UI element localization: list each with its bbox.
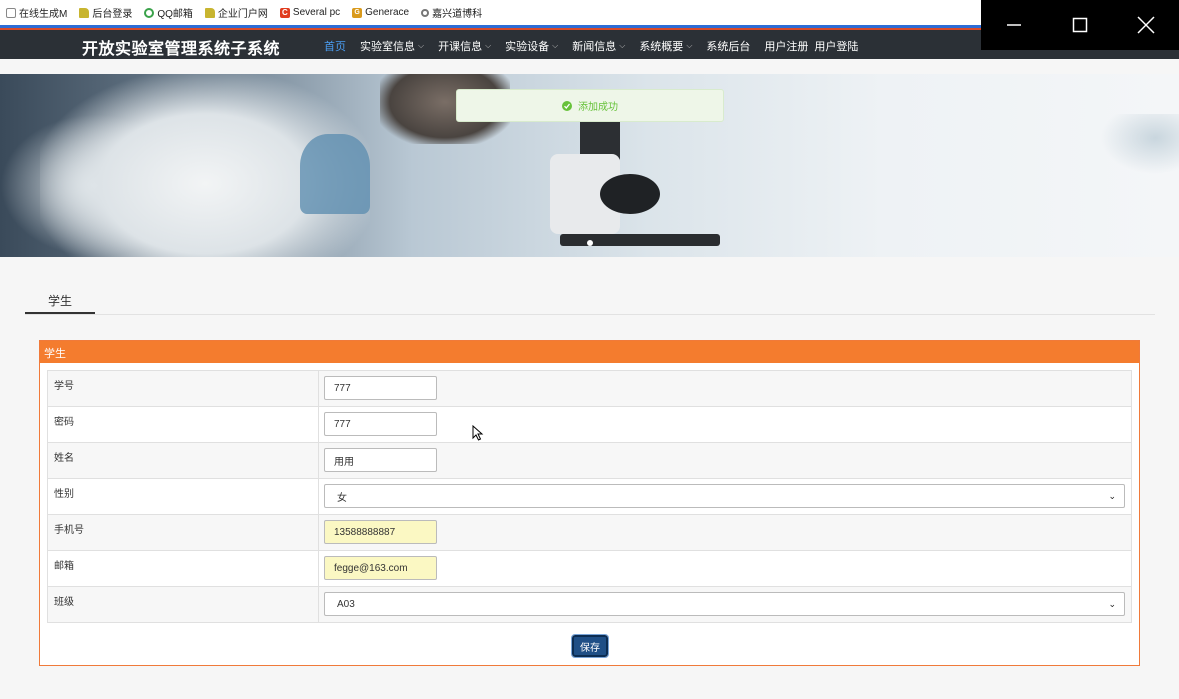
chevron-down-icon: ⌵ xyxy=(418,41,425,50)
field-label: 班级 xyxy=(47,586,319,623)
bookmark-item[interactable]: 企业门户网 xyxy=(204,5,268,20)
form-row: 性别 女 ⌄ xyxy=(47,478,1132,515)
maximize-icon xyxy=(1072,17,1088,33)
chevron-down-icon: ⌄ xyxy=(1108,490,1116,501)
carousel-indicator[interactable] xyxy=(587,240,593,246)
password-input[interactable]: 777 xyxy=(324,412,437,436)
select-value: A03 xyxy=(337,598,355,610)
main-menu: 首页 实验室信息 ⌵ 开课信息 ⌵ 实验设备 ⌵ 新闻信息 ⌵ 系统概要 ⌵ 系统后台 用… xyxy=(324,38,872,54)
window-controls xyxy=(981,0,1179,50)
phone-input[interactable]: 13588888887 xyxy=(324,520,437,544)
tab-student[interactable]: 学生 xyxy=(25,285,95,314)
gender-select[interactable]: 女 ⌄ xyxy=(324,484,1125,508)
minimize-button[interactable] xyxy=(981,0,1047,50)
minimize-icon xyxy=(1007,24,1021,26)
close-button[interactable] xyxy=(1113,0,1179,50)
save-button[interactable]: 保存 xyxy=(571,634,609,658)
site-brand[interactable]: 开放实验室管理系统子系统 xyxy=(82,35,280,59)
student-form: 学号 777 密码 777 姓名 用用 性别 女 ⌄ 手机号 1358888888… xyxy=(47,370,1132,623)
nav-lab-info[interactable]: 实验室信息 ⌵ xyxy=(360,38,424,54)
check-circle-icon xyxy=(562,100,572,111)
toast-message: 添加成功 xyxy=(578,102,618,113)
form-row: 班级 A03 ⌄ xyxy=(47,586,1132,623)
folder-icon xyxy=(79,7,90,18)
field-label: 学号 xyxy=(47,370,319,407)
field-label: 姓名 xyxy=(47,442,319,479)
field-label: 性别 xyxy=(47,478,319,515)
field-label: 手机号 xyxy=(47,514,319,551)
navbar-extension xyxy=(981,50,1179,59)
bookmark-item[interactable]: C Several pc xyxy=(279,7,340,18)
gen-icon: G xyxy=(352,7,363,18)
nav-login[interactable]: 用户登陆 xyxy=(814,38,858,54)
form-row: 邮箱 fegge@163.com xyxy=(47,550,1132,587)
name-input[interactable]: 用用 xyxy=(324,448,437,472)
form-row: 姓名 用用 xyxy=(47,442,1132,479)
mouse-cursor-icon xyxy=(472,425,484,441)
maximize-button[interactable] xyxy=(1047,0,1113,50)
gear-icon xyxy=(421,8,430,17)
qq-icon xyxy=(144,7,155,18)
nav-lab-equipment[interactable]: 实验设备 ⌵ xyxy=(505,38,558,54)
student-id-input[interactable]: 777 xyxy=(324,376,437,400)
site-navbar: 开放实验室管理系统子系统 首页 实验室信息 ⌵ 开课信息 ⌵ 实验设备 ⌵ 新闻信息 ⌵… xyxy=(0,28,981,59)
nav-register[interactable]: 用户注册 xyxy=(764,38,808,54)
form-row: 密码 777 xyxy=(47,406,1132,443)
panel-title: 学生 xyxy=(40,341,1139,363)
bookmark-item[interactable]: QQ邮箱 xyxy=(144,5,193,20)
nav-course-info[interactable]: 开课信息 ⌵ xyxy=(438,38,491,54)
chevron-down-icon: ⌄ xyxy=(1108,598,1116,609)
form-row: 手机号 13588888887 xyxy=(47,514,1132,551)
bookmark-item[interactable]: G Generace xyxy=(352,7,409,18)
class-select[interactable]: A03 ⌄ xyxy=(324,592,1125,616)
student-form-panel: 学生 学号 777 密码 777 姓名 用用 性别 女 ⌄ 手机号 1358888… xyxy=(39,340,1140,666)
select-value: 女 xyxy=(337,492,347,504)
bookmark-item[interactable]: 后台登录 xyxy=(79,5,132,20)
doc-icon xyxy=(6,7,16,18)
bookmark-item[interactable]: 在线生成M xyxy=(6,5,67,20)
bookmark-item[interactable]: 嘉兴道博科 xyxy=(421,5,482,20)
microscope-graphic xyxy=(520,114,720,257)
nav-system-overview[interactable]: 系统概要 ⌵ xyxy=(639,38,692,54)
email-input[interactable]: fegge@163.com xyxy=(324,556,437,580)
section-tabs: 学生 xyxy=(25,285,1155,315)
bookmarks-bar: 在线生成M 后台登录 QQ邮箱 企业门户网 C Several pc G Gener… xyxy=(0,0,981,28)
chevron-down-icon: ⌵ xyxy=(686,41,693,50)
banner-decoration xyxy=(300,134,370,214)
field-label: 密码 xyxy=(47,406,319,443)
nav-home[interactable]: 首页 xyxy=(324,38,346,54)
nav-admin[interactable]: 系统后台 xyxy=(706,38,750,54)
nav-news[interactable]: 新闻信息 ⌵ xyxy=(572,38,625,54)
folder-icon xyxy=(204,7,215,18)
form-row: 学号 777 xyxy=(47,370,1132,407)
banner-decoration xyxy=(1100,114,1179,174)
red-c-icon: C xyxy=(279,7,290,18)
field-label: 邮箱 xyxy=(47,550,319,587)
chevron-down-icon: ⌵ xyxy=(485,41,492,50)
close-icon xyxy=(1137,16,1155,34)
chevron-down-icon: ⌵ xyxy=(552,41,559,50)
chevron-down-icon: ⌵ xyxy=(619,41,626,50)
success-toast: 添加成功 xyxy=(456,89,724,122)
